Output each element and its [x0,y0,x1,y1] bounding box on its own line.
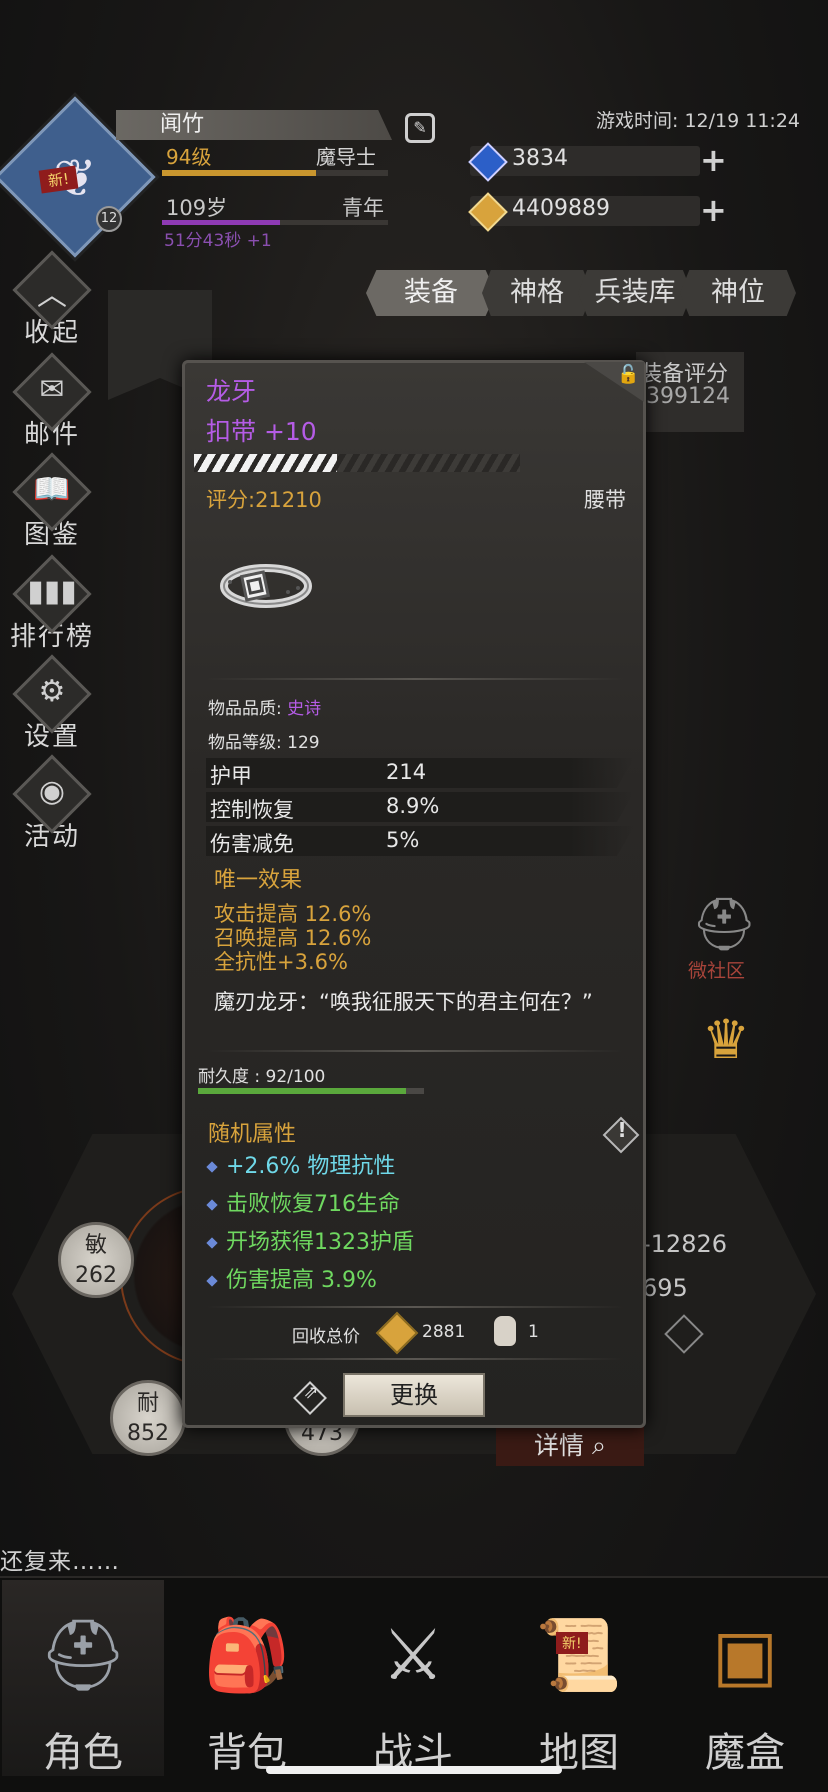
side-ranking[interactable]: ▮▮▮ 排行榜 [10,554,94,653]
info-icon: ! [617,1118,627,1142]
random-attribute: 击败恢复716生命 [206,1186,400,1218]
durability-bar [198,1088,424,1094]
card-divider [206,678,624,680]
tab-equipment[interactable]: 装备 [366,270,496,316]
bullet-icon [206,1237,218,1249]
random-attributes-header: 随机属性 [208,1122,297,1147]
nav-map[interactable]: 📜 地图 [498,1580,660,1776]
home-indicator[interactable] [266,1766,562,1774]
recycle-gold-value: 2881 [422,1322,466,1342]
ranking-icon: ▮▮▮ [27,574,77,609]
player-age: 109岁 [166,196,228,220]
item-name: 龙牙 [206,377,257,406]
age-bar-fill [162,220,280,225]
helmet-badge-icon: ⛑ [690,895,757,955]
log-text: 还复来…… [0,1549,120,1575]
nav-backpack[interactable]: 🎒 背包 [166,1580,328,1776]
xp-bar [162,170,388,176]
enhance-bar-fill [194,454,338,472]
unique-effect: 攻击提高 12.6% [214,902,372,926]
backpack-icon: 🎒 [203,1614,291,1696]
item-flavor-text: 魔刃龙牙：“唤我征服天下的君主何在？” [214,990,593,1014]
gold-currency-value: 4409889 [512,196,610,221]
age-phase: 青年 [342,196,384,220]
endurance-stat[interactable]: 耐 852 [110,1380,186,1456]
add-blue-currency-button[interactable]: + [700,144,727,176]
player-level: 94级 [166,145,212,169]
bullet-icon [206,1275,218,1287]
stat-row: 伤害减免 5% [206,826,634,856]
random-attribute: +2.6% 物理抗性 [206,1148,395,1180]
gear-icon: ⚙ [38,674,66,709]
micro-community-label: 微社区 [688,960,746,982]
mail-icon: ✉ [39,372,65,407]
lock-icon[interactable]: 🔓 [617,364,639,385]
durability-bar-fill [198,1088,406,1094]
agility-stat[interactable]: 敏 262 [58,1222,134,1298]
crown-badge-icon: ♛ [701,1008,751,1071]
helmet-icon: ⛑ [38,1614,128,1696]
details-button[interactable]: 详情 ⌕ [496,1422,644,1466]
recycle-bag-value: 1 [528,1322,539,1342]
side-settings[interactable]: ⚙ 设置 [10,654,94,753]
unique-effect: 全抗性+3.6% [214,950,348,974]
nav-battle[interactable]: ⚔ 战斗 [332,1580,494,1776]
book-icon: 📖 [33,472,71,507]
crown-badge-button[interactable]: ♛ [686,1008,766,1088]
unique-effect: 召唤提高 12.6% [214,926,372,950]
sword-shield-icon: ⚔ [381,1614,445,1696]
material-bag-icon [494,1316,516,1346]
bullet-icon [206,1199,218,1211]
side-codex[interactable]: 📖 图鉴 [10,452,94,551]
side-mail[interactable]: ✉ 邮件 [10,352,94,451]
random-attribute: 伤害提高 3.9% [206,1262,377,1294]
stat-row: 控制恢复 8.9% [206,792,634,822]
right-stat-2: 695 [642,1274,688,1302]
share-icon: ⇗ [303,1382,319,1403]
age-bar [162,220,388,225]
item-level: 物品等级: 129 [208,733,320,753]
blue-currency-value: 3834 [512,146,568,171]
age-timer: 51分43秒 +1 [164,231,272,251]
right-stat-1: -12826 [642,1230,728,1258]
side-collapse[interactable]: ︿ 收起 [10,250,94,349]
bullet-icon [206,1161,218,1173]
durability-label: 耐久度 : 92/100 [198,1067,326,1087]
tab-armory[interactable]: 兵装库 [578,270,692,316]
avatar-level-badge: 12 [96,206,122,232]
xp-bar-fill [162,170,316,176]
random-attribute: 开场获得1323护盾 [206,1224,414,1256]
card-divider [206,1050,624,1052]
tab-divinity[interactable]: 神格 [482,270,592,316]
nav-character[interactable]: ⛑ 角色 [2,1580,164,1776]
item-score: 评分:21210 [206,488,322,512]
stat-row: 护甲 214 [206,758,634,788]
equip-score-value: 399124 [646,384,730,409]
collapse-icon: ︿ [37,278,67,313]
scroll-map-icon: 📜 [535,1614,623,1696]
player-name: 闻竹 [116,110,392,140]
belt-icon [220,564,312,608]
replace-button[interactable]: 更换 [343,1373,485,1417]
player-class: 魔导士 [316,145,376,169]
side-events[interactable]: ◉ 活动 [10,754,94,853]
event-icon: ◉ [38,774,66,809]
edit-name-icon[interactable]: ✎ [405,113,435,143]
tab-godhood[interactable]: 神位 [680,270,796,316]
item-slot: 腰带 [584,488,626,512]
recycle-label: 回收总价 [292,1327,360,1347]
nav-magic-box[interactable]: ▣ 魔盒 [664,1580,826,1776]
item-quality: 物品品质: 史诗 [208,699,322,719]
map-new-badge: 新! [556,1632,588,1654]
card-divider [206,1358,624,1360]
card-divider [206,1306,624,1308]
game-time: 游戏时间: 12/19 11:24 [596,110,800,132]
magic-box-icon: ▣ [711,1614,779,1696]
unique-effect-header: 唯一效果 [214,868,303,893]
add-gold-currency-button[interactable]: + [700,194,727,226]
item-subtype: 扣带 +10 [206,417,317,446]
